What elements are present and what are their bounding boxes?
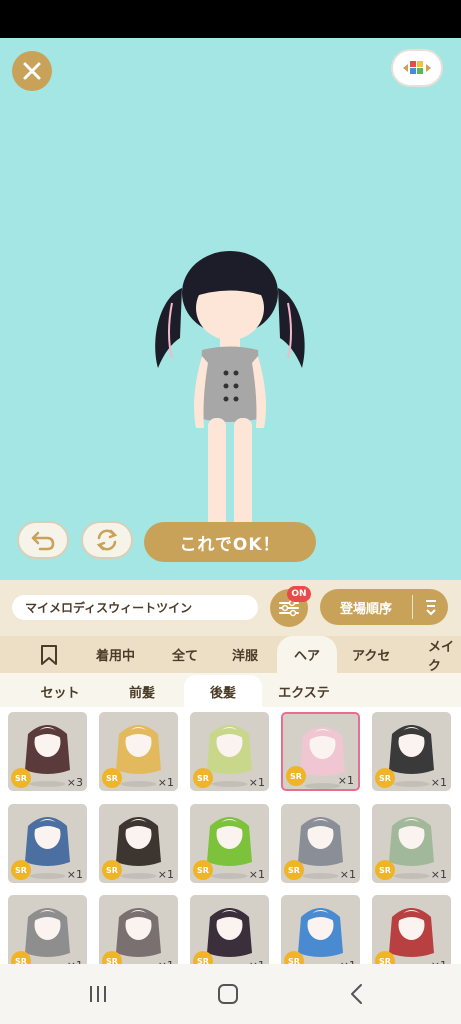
hair-item-card[interactable]: SR ×3 <box>8 712 87 791</box>
filter-on-badge: ON <box>287 586 311 602</box>
item-name-field: マイメロディスウィートツイン <box>12 595 258 620</box>
bookmark-icon <box>41 644 57 665</box>
hair-item-card[interactable]: SR ×1 <box>99 804 178 883</box>
refresh-button[interactable] <box>81 521 133 559</box>
hair-item-card[interactable]: SR ×1 <box>372 712 451 791</box>
tab-makeup[interactable]: メイク <box>428 636 461 674</box>
closet-panel: マイメロディスウィートツイン ON 登場順序 着用中 全て 洋服 ヘア アクセ … <box>0 580 461 964</box>
item-count: ×1 <box>430 868 447 881</box>
undo-icon <box>31 531 55 551</box>
palette-icon <box>403 61 431 74</box>
rarity-badge: SR <box>375 768 395 788</box>
rarity-badge: SR <box>11 860 31 880</box>
tab-wearing[interactable]: 着用中 <box>96 636 135 673</box>
rarity-badge: SR <box>11 951 31 964</box>
rarity-badge: SR <box>375 951 395 964</box>
hair-item-card[interactable]: SR ×1 <box>190 712 269 791</box>
item-count: ×1 <box>248 776 265 789</box>
item-grid: SR ×3 SR ×1 SR ×1 SR ×1 SR ×1 SR ×1 SR ×1 SR ×1 SR ×1 SR ×1… <box>0 707 461 964</box>
item-count: ×1 <box>339 868 356 881</box>
item-count: ×1 <box>66 868 83 881</box>
recents-icon <box>90 986 106 1002</box>
confirm-ok-button[interactable]: これでOK！ <box>144 522 316 562</box>
hair-sub-tabs: セット 前髪 後髪 エクステ <box>0 673 461 707</box>
subtab-front-hair[interactable]: 前髪 <box>108 679 176 703</box>
category-tabs: 着用中 全て 洋服 ヘア アクセ メイク <box>0 636 461 673</box>
hair-item-card[interactable]: SR ×1 <box>281 712 360 791</box>
close-icon <box>23 62 41 80</box>
item-count: ×3 <box>66 776 83 789</box>
rarity-badge: SR <box>102 768 122 788</box>
hair-item-card[interactable]: SR ×1 <box>190 804 269 883</box>
item-name-bar: マイメロディスウィートツイン ON 登場順序 <box>0 580 461 636</box>
hair-item-card[interactable]: SR×1 <box>190 895 269 964</box>
rarity-badge: SR <box>193 951 213 964</box>
system-nav-bar <box>0 964 461 1024</box>
home-button[interactable] <box>208 980 248 1008</box>
refresh-icon <box>96 529 118 551</box>
subtab-back-hair[interactable]: 後髪 <box>184 675 262 707</box>
hair-item-card[interactable]: SR×1 <box>281 895 360 964</box>
hair-item-card[interactable]: SR ×1 <box>372 804 451 883</box>
palette-button[interactable] <box>391 49 443 87</box>
subtab-extension[interactable]: エクステ <box>268 679 340 703</box>
item-count: ×1 <box>248 868 265 881</box>
back-icon <box>351 984 362 1004</box>
rarity-badge: SR <box>102 951 122 964</box>
rarity-badge: SR <box>102 860 122 880</box>
rarity-badge: SR <box>375 860 395 880</box>
item-count: ×1 <box>337 774 354 787</box>
tab-all[interactable]: 全て <box>172 636 198 673</box>
hair-item-card[interactable]: SR×1 <box>372 895 451 964</box>
hair-item-card[interactable]: SR ×1 <box>8 804 87 883</box>
hair-item-card[interactable]: SR×1 <box>99 895 178 964</box>
sort-order-label: 登場順序 <box>339 601 392 617</box>
tab-accessory[interactable]: アクセ <box>352 636 390 673</box>
hair-item-card[interactable]: SR×1 <box>8 895 87 964</box>
close-button[interactable] <box>12 51 52 91</box>
tab-clothes[interactable]: 洋服 <box>232 636 258 673</box>
undo-button[interactable] <box>17 521 69 559</box>
rarity-badge: SR <box>284 860 304 880</box>
back-button[interactable] <box>337 980 377 1008</box>
rarity-badge: SR <box>193 768 213 788</box>
hair-item-card[interactable]: SR ×1 <box>99 712 178 791</box>
item-count: ×1 <box>157 776 174 789</box>
item-count: ×1 <box>157 868 174 881</box>
hair-item-card[interactable]: SR ×1 <box>281 804 360 883</box>
rarity-badge: SR <box>193 860 213 880</box>
avatar-stage: これでOK！ <box>0 38 461 580</box>
item-count: ×1 <box>430 776 447 789</box>
status-bar <box>0 0 461 38</box>
sort-direction-icon[interactable] <box>413 598 448 616</box>
action-row: これでOK！ <box>0 521 461 565</box>
rarity-badge: SR <box>11 768 31 788</box>
tab-hair[interactable]: ヘア <box>277 636 337 673</box>
home-icon <box>218 984 238 1004</box>
recents-button[interactable] <box>78 980 118 1008</box>
subtab-set[interactable]: セット <box>22 679 98 703</box>
rarity-badge: SR <box>286 766 306 786</box>
sort-order-button[interactable]: 登場順序 <box>320 589 448 625</box>
avatar-figure <box>155 251 305 538</box>
rarity-badge: SR <box>284 951 304 964</box>
bookmark-tab[interactable] <box>40 636 58 673</box>
